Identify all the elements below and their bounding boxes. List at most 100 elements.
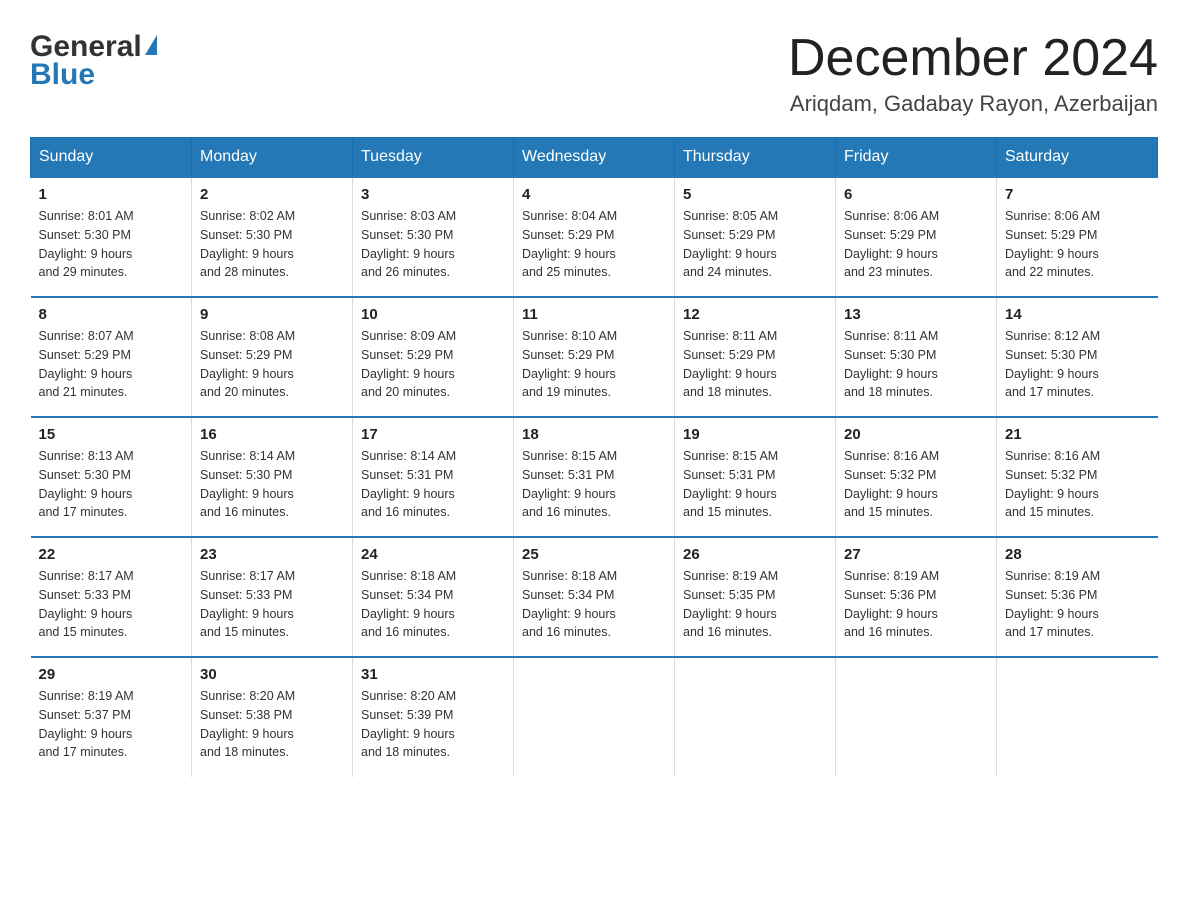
day-info: Sunrise: 8:18 AMSunset: 5:34 PMDaylight:… [522,567,666,642]
calendar-cell: 31 Sunrise: 8:20 AMSunset: 5:39 PMDayligh… [353,657,514,777]
logo: General Blue [30,30,157,92]
day-number: 1 [39,186,184,203]
day-number: 24 [361,546,505,563]
day-info: Sunrise: 8:16 AMSunset: 5:32 PMDaylight:… [1005,447,1150,522]
day-number: 28 [1005,546,1150,563]
month-year-title: December 2024 [788,30,1158,87]
week-row-2: 8 Sunrise: 8:07 AMSunset: 5:29 PMDaylight… [31,297,1158,417]
calendar-cell [514,657,675,777]
calendar-cell: 11 Sunrise: 8:10 AMSunset: 5:29 PMDayligh… [514,297,675,417]
day-number: 2 [200,186,344,203]
calendar-cell: 3Sunrise: 8:03 AMSunset: 5:30 PMDaylight… [353,177,514,297]
day-info: Sunrise: 8:15 AMSunset: 5:31 PMDaylight:… [683,447,827,522]
day-info: Sunrise: 8:06 AMSunset: 5:29 PMDaylight:… [1005,207,1150,282]
day-number: 3 [361,186,505,203]
day-number: 8 [39,306,184,323]
day-number: 6 [844,186,988,203]
day-info: Sunrise: 8:05 AMSunset: 5:29 PMDaylight:… [683,207,827,282]
week-row-3: 15Sunrise: 8:13 AMSunset: 5:30 PMDayligh… [31,417,1158,537]
calendar-cell: 9 Sunrise: 8:08 AMSunset: 5:29 PMDaylight… [192,297,353,417]
day-info: Sunrise: 8:11 AMSunset: 5:29 PMDaylight:… [683,327,827,402]
calendar-cell: 10 Sunrise: 8:09 AMSunset: 5:29 PMDayligh… [353,297,514,417]
calendar-cell: 21Sunrise: 8:16 AMSunset: 5:32 PMDayligh… [997,417,1158,537]
day-info: Sunrise: 8:19 AMSunset: 5:36 PMDaylight:… [1005,567,1150,642]
day-number: 16 [200,426,344,443]
day-info: Sunrise: 8:16 AMSunset: 5:32 PMDaylight:… [844,447,988,522]
day-number: 11 [522,306,666,323]
days-of-week-row: SundayMondayTuesdayWednesdayThursdayFrid… [31,138,1158,178]
week-row-5: 29Sunrise: 8:19 AMSunset: 5:37 PMDayligh… [31,657,1158,777]
calendar-cell: 29Sunrise: 8:19 AMSunset: 5:37 PMDayligh… [31,657,192,777]
day-number: 25 [522,546,666,563]
calendar-cell [997,657,1158,777]
logo-arrow-icon [145,35,157,55]
calendar-cell: 14 Sunrise: 8:12 AMSunset: 5:30 PMDayligh… [997,297,1158,417]
day-number: 15 [39,426,184,443]
day-info: Sunrise: 8:14 AMSunset: 5:31 PMDaylight:… [361,447,505,522]
header-tuesday: Tuesday [353,138,514,178]
calendar-cell: 1 Sunrise: 8:01 AMSunset: 5:30 PMDaylight… [31,177,192,297]
calendar-cell: 7 Sunrise: 8:06 AMSunset: 5:29 PMDaylight… [997,177,1158,297]
calendar-cell: 17 Sunrise: 8:14 AMSunset: 5:31 PMDayligh… [353,417,514,537]
day-info: Sunrise: 8:08 AMSunset: 5:29 PMDaylight:… [200,327,344,402]
calendar-cell: 8 Sunrise: 8:07 AMSunset: 5:29 PMDaylight… [31,297,192,417]
calendar-cell: 20 Sunrise: 8:16 AMSunset: 5:32 PMDayligh… [836,417,997,537]
day-info: Sunrise: 8:14 AMSunset: 5:30 PMDaylight:… [200,447,344,522]
calendar-cell: 26 Sunrise: 8:19 AMSunset: 5:35 PMDayligh… [675,537,836,657]
calendar-cell: 15Sunrise: 8:13 AMSunset: 5:30 PMDayligh… [31,417,192,537]
day-info: Sunrise: 8:10 AMSunset: 5:29 PMDaylight:… [522,327,666,402]
day-info: Sunrise: 8:17 AMSunset: 5:33 PMDaylight:… [200,567,344,642]
day-info: Sunrise: 8:19 AMSunset: 5:35 PMDaylight:… [683,567,827,642]
calendar-cell: 22Sunrise: 8:17 AMSunset: 5:33 PMDayligh… [31,537,192,657]
calendar-table: SundayMondayTuesdayWednesdayThursdayFrid… [30,137,1158,777]
calendar-cell [675,657,836,777]
day-number: 26 [683,546,827,563]
header-monday: Monday [192,138,353,178]
week-row-4: 22Sunrise: 8:17 AMSunset: 5:33 PMDayligh… [31,537,1158,657]
calendar-body: 1 Sunrise: 8:01 AMSunset: 5:30 PMDaylight… [31,177,1158,777]
page-header: General Blue December 2024 Ariqdam, Gada… [30,30,1158,117]
calendar-cell: 24 Sunrise: 8:18 AMSunset: 5:34 PMDayligh… [353,537,514,657]
day-number: 27 [844,546,988,563]
calendar-cell: 13 Sunrise: 8:11 AMSunset: 5:30 PMDayligh… [836,297,997,417]
day-info: Sunrise: 8:20 AMSunset: 5:38 PMDaylight:… [200,687,344,762]
day-number: 13 [844,306,988,323]
week-row-1: 1 Sunrise: 8:01 AMSunset: 5:30 PMDaylight… [31,177,1158,297]
header-wednesday: Wednesday [514,138,675,178]
day-number: 9 [200,306,344,323]
header-saturday: Saturday [997,138,1158,178]
day-info: Sunrise: 8:04 AMSunset: 5:29 PMDaylight:… [522,207,666,282]
day-info: Sunrise: 8:15 AMSunset: 5:31 PMDaylight:… [522,447,666,522]
day-number: 17 [361,426,505,443]
calendar-cell: 23Sunrise: 8:17 AMSunset: 5:33 PMDayligh… [192,537,353,657]
title-block: December 2024 Ariqdam, Gadabay Rayon, Az… [788,30,1158,117]
day-info: Sunrise: 8:01 AMSunset: 5:30 PMDaylight:… [39,207,184,282]
day-number: 30 [200,666,344,683]
day-info: Sunrise: 8:11 AMSunset: 5:30 PMDaylight:… [844,327,988,402]
day-info: Sunrise: 8:20 AMSunset: 5:39 PMDaylight:… [361,687,505,762]
day-number: 7 [1005,186,1150,203]
calendar-header: SundayMondayTuesdayWednesdayThursdayFrid… [31,138,1158,178]
day-number: 4 [522,186,666,203]
day-info: Sunrise: 8:02 AMSunset: 5:30 PMDaylight:… [200,207,344,282]
calendar-cell: 30 Sunrise: 8:20 AMSunset: 5:38 PMDayligh… [192,657,353,777]
day-info: Sunrise: 8:19 AMSunset: 5:37 PMDaylight:… [39,687,184,762]
day-info: Sunrise: 8:07 AMSunset: 5:29 PMDaylight:… [39,327,184,402]
day-info: Sunrise: 8:18 AMSunset: 5:34 PMDaylight:… [361,567,505,642]
calendar-cell: 18Sunrise: 8:15 AMSunset: 5:31 PMDayligh… [514,417,675,537]
calendar-cell: 12 Sunrise: 8:11 AMSunset: 5:29 PMDayligh… [675,297,836,417]
day-info: Sunrise: 8:17 AMSunset: 5:33 PMDaylight:… [39,567,184,642]
day-number: 20 [844,426,988,443]
day-info: Sunrise: 8:09 AMSunset: 5:29 PMDaylight:… [361,327,505,402]
day-number: 14 [1005,306,1150,323]
calendar-cell: 16 Sunrise: 8:14 AMSunset: 5:30 PMDayligh… [192,417,353,537]
day-number: 12 [683,306,827,323]
day-info: Sunrise: 8:12 AMSunset: 5:30 PMDaylight:… [1005,327,1150,402]
header-sunday: Sunday [31,138,192,178]
day-number: 10 [361,306,505,323]
location-subtitle: Ariqdam, Gadabay Rayon, Azerbaijan [788,91,1158,117]
day-number: 31 [361,666,505,683]
calendar-cell: 28 Sunrise: 8:19 AMSunset: 5:36 PMDayligh… [997,537,1158,657]
calendar-cell: 4 Sunrise: 8:04 AMSunset: 5:29 PMDaylight… [514,177,675,297]
logo-blue-text: Blue [30,58,95,92]
